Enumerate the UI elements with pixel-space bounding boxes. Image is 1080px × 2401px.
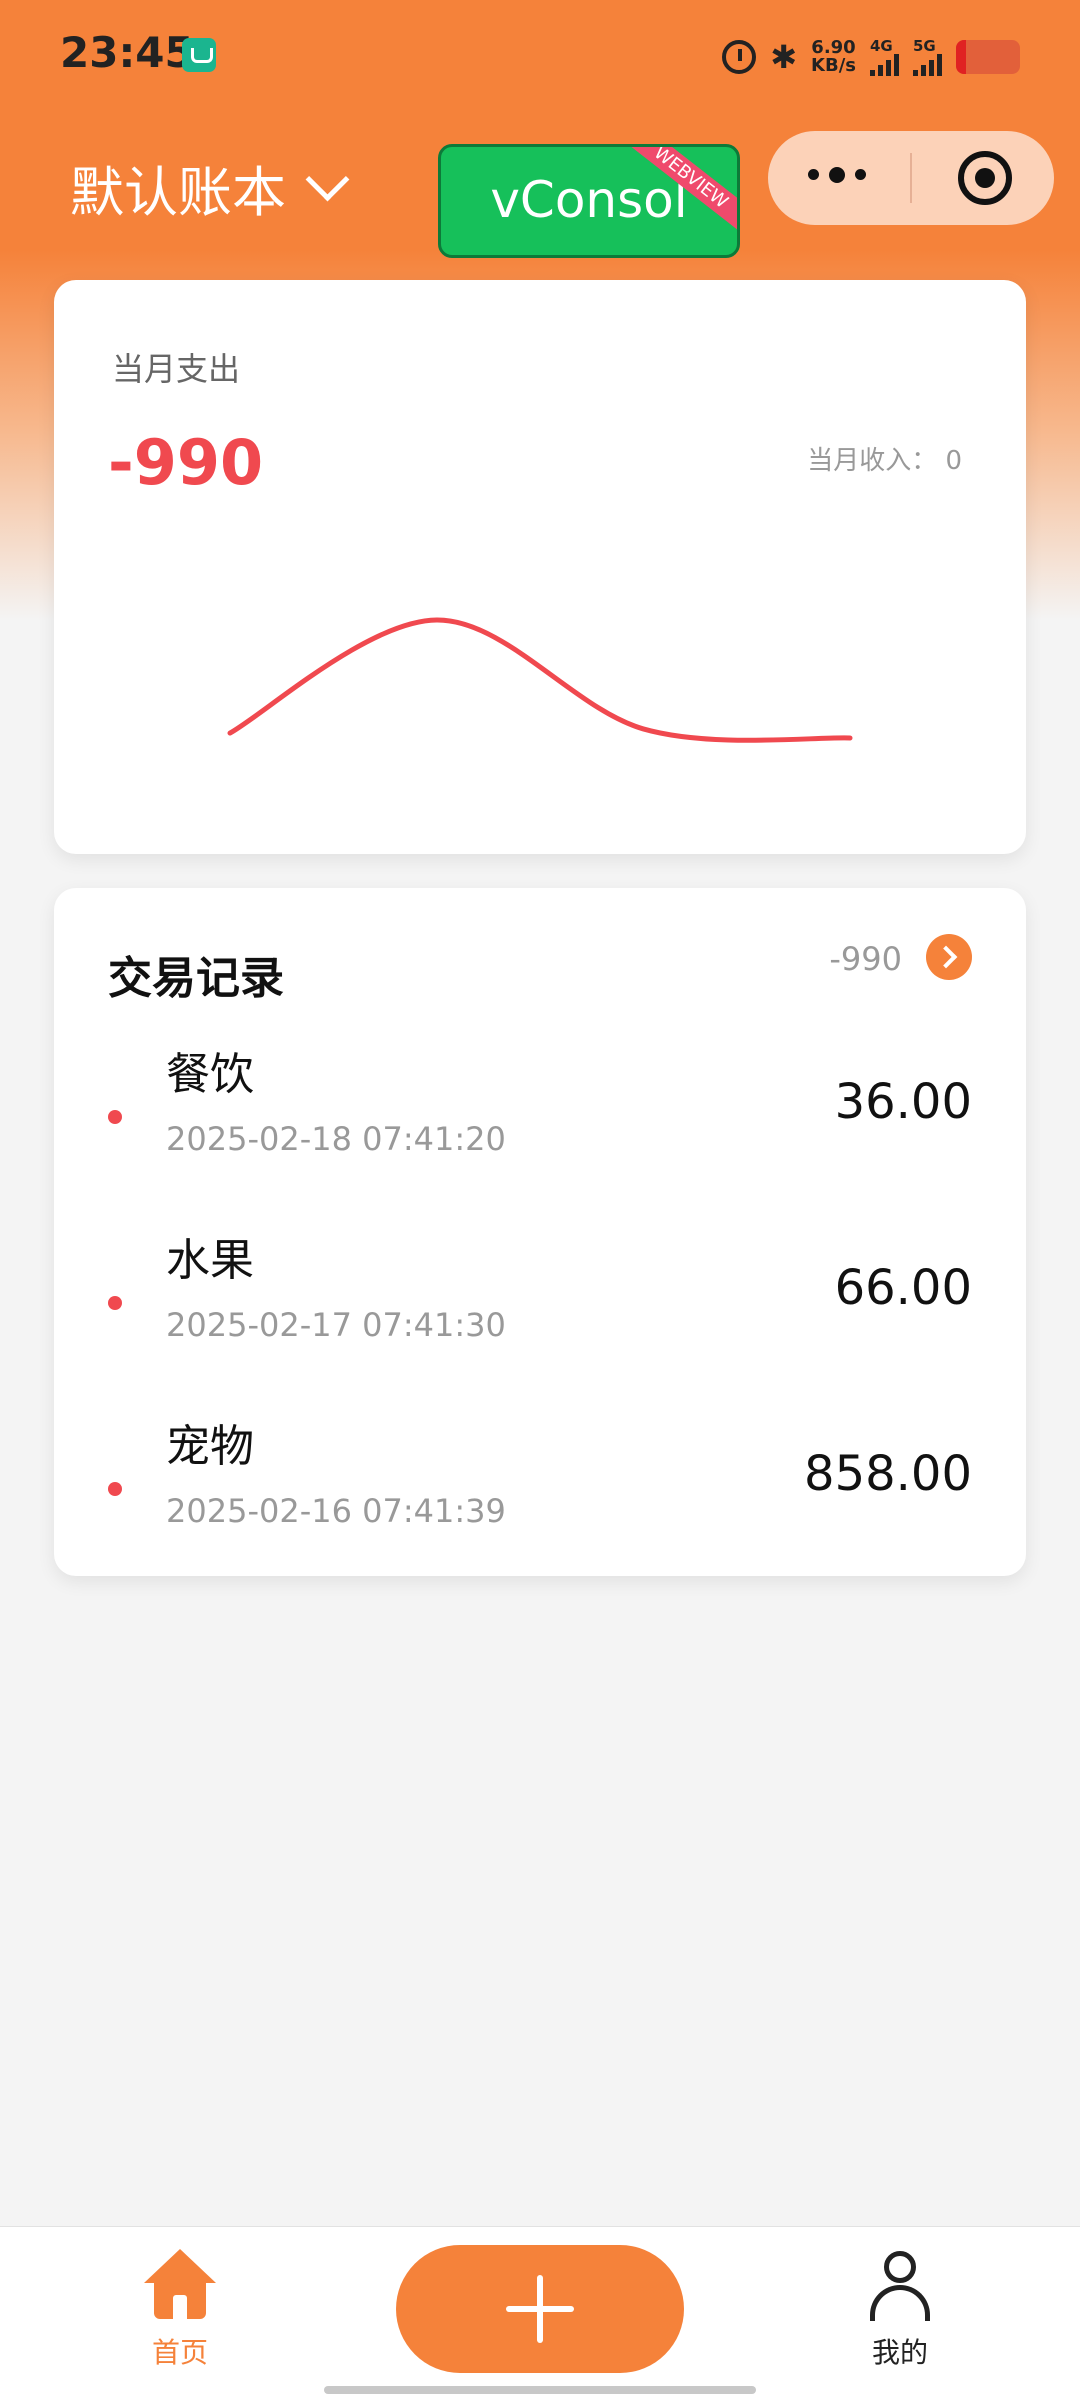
- tab-mine[interactable]: 我的: [850, 2249, 950, 2371]
- status-bar: 23:45 ✱ 6.90 KB/s 4G 5G: [0, 0, 1080, 110]
- expense-dot-icon: [108, 1482, 122, 1496]
- alarm-icon: [722, 40, 757, 74]
- transaction-amount: 66.00: [834, 1260, 972, 1316]
- expense-dot-icon: [108, 1110, 122, 1124]
- bluetooth-icon: ✱: [770, 38, 798, 76]
- expense-trend-line: [227, 617, 853, 743]
- vconsole-button[interactable]: vConsol WEBVIEW: [438, 144, 740, 258]
- battery-icon: [956, 40, 1020, 74]
- transaction-category: 餐饮: [166, 1049, 254, 1100]
- transaction-item[interactable]: 宠物 2025-02-16 07:41:39 858.00: [54, 1410, 1026, 1580]
- capsule-divider: [910, 153, 912, 203]
- miniprogram-capsule: [768, 131, 1054, 225]
- network-speed-unit: KB/s: [811, 55, 856, 76]
- expense-trend-chart: [227, 617, 853, 743]
- user-icon: [864, 2249, 936, 2321]
- monthly-summary-card: 当月支出 -990 当月收入： 0: [54, 280, 1026, 854]
- home-indicator: [324, 2386, 756, 2394]
- tab-home-label: 首页: [151, 2336, 208, 2369]
- transaction-item[interactable]: 水果 2025-02-17 07:41:30 66.00: [54, 1224, 1026, 1394]
- add-record-button[interactable]: [396, 2245, 684, 2373]
- chevron-right-icon[interactable]: [926, 934, 972, 980]
- more-icon[interactable]: [808, 167, 866, 183]
- expense-dot-icon: [108, 1296, 122, 1310]
- tab-home[interactable]: 首页: [130, 2249, 230, 2371]
- transaction-amount: 858.00: [804, 1446, 972, 1502]
- transaction-category: 宠物: [166, 1421, 254, 1472]
- transaction-amount: 36.00: [834, 1074, 972, 1130]
- network-speed: 6.90 KB/s: [811, 39, 856, 75]
- sim2-label: 5G: [913, 36, 936, 55]
- chevron-down-icon: [305, 157, 350, 202]
- status-indicators: ✱ 6.90 KB/s 4G 5G: [722, 34, 1020, 80]
- transaction-time: 2025-02-16 07:41:39: [166, 1492, 506, 1530]
- records-title: 交易记录: [108, 953, 284, 1004]
- transaction-time: 2025-02-18 07:41:20: [166, 1120, 506, 1158]
- transaction-category: 水果: [166, 1235, 254, 1286]
- bottom-tab-bar: 首页 我的: [0, 2226, 1080, 2401]
- ledger-selector[interactable]: 默认账本: [70, 148, 350, 227]
- ledger-title: 默认账本: [70, 161, 286, 224]
- transaction-records-card: 交易记录 -990 餐饮 2025-02-18 07:41:20 36.00 水…: [54, 888, 1026, 1576]
- transaction-time: 2025-02-17 07:41:30: [166, 1306, 506, 1344]
- signal-sim1-icon: 4G: [870, 36, 899, 76]
- records-total: -990: [829, 940, 902, 978]
- sim1-label: 4G: [870, 36, 893, 55]
- status-time: 23:45: [60, 28, 194, 77]
- tab-mine-label: 我的: [871, 2336, 928, 2369]
- app-notification-icon: [182, 38, 216, 72]
- home-icon: [144, 2249, 216, 2321]
- signal-sim2-icon: 5G: [913, 36, 942, 76]
- close-target-icon[interactable]: [958, 151, 1012, 205]
- transaction-item[interactable]: 餐饮 2025-02-18 07:41:20 36.00: [54, 1038, 1026, 1208]
